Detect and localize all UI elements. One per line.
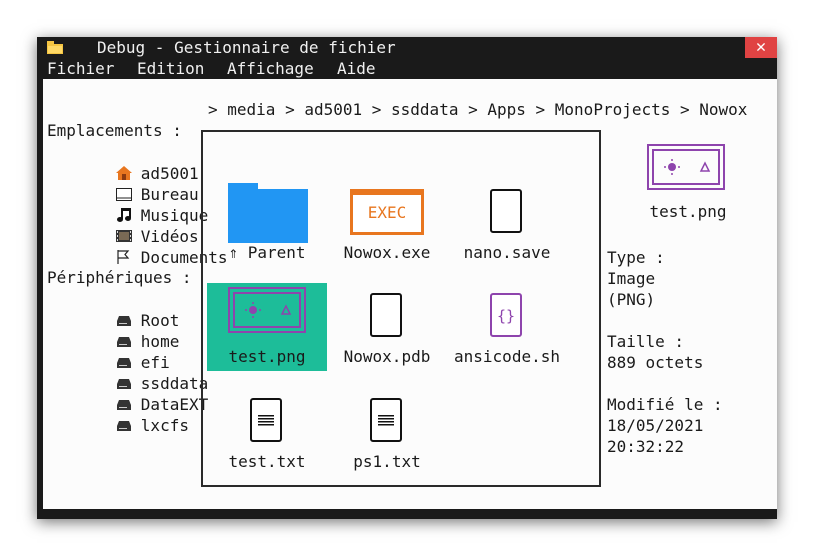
sidebar-item-dataext[interactable]: DataEXT [57, 373, 208, 414]
window-title: Debug - Gestionnaire de fichier [97, 38, 396, 57]
menu-edition[interactable]: Edition [137, 58, 204, 79]
details-modified-date: 18/05/2021 [607, 416, 704, 435]
exec-icon: EXEC [350, 189, 424, 235]
sidebar-item-videos[interactable]: Vidéos [57, 205, 199, 246]
sidebar-item-home[interactable]: home [57, 310, 179, 351]
breadcrumb[interactable]: > media > ad5001 > ssddata > Apps > Mono… [208, 100, 747, 119]
file-item-ps1-txt[interactable]: ps1.txt [327, 388, 447, 476]
file-item-test-txt[interactable]: test.txt [207, 388, 327, 476]
file-item-test-png[interactable]: test.png [207, 283, 327, 371]
image-icon [228, 287, 306, 333]
svg-text:EXEC: EXEC [368, 203, 407, 222]
menu-aide[interactable]: Aide [337, 58, 376, 79]
menu-affichage[interactable]: Affichage [227, 58, 314, 79]
sidebar-item-musique[interactable]: Musique [57, 184, 208, 225]
flag-icon [117, 250, 130, 264]
details-size-value: 889 octets [607, 353, 704, 372]
details-modified-time: 20:32:22 [607, 437, 685, 456]
sidebar-item-ssddata[interactable]: ssddata [57, 352, 208, 393]
file-item-ansicode-sh[interactable]: {} ansicode.sh [447, 283, 567, 371]
script-icon: {} [490, 293, 522, 337]
file-item-nano-save[interactable]: nano.save [447, 179, 567, 267]
file-item-nowox-pdb[interactable]: Nowox.pdb [327, 283, 447, 371]
file-item-nowox-exe[interactable]: EXEC Nowox.exe [327, 179, 447, 267]
sidebar-item-efi[interactable]: efi [57, 331, 170, 372]
details-type-value-ext: (PNG) [607, 290, 656, 309]
sidebar-item-root[interactable]: Root [57, 289, 179, 330]
text-file-icon [370, 398, 402, 442]
text-file-icon [250, 398, 282, 442]
sidebar-item-bureau[interactable]: Bureau [57, 163, 199, 204]
sidebar-item-lxcfs[interactable]: lxcfs [57, 394, 189, 435]
file-item-parent[interactable]: ⇑ Parent [207, 179, 327, 267]
locations-title: Emplacements : [47, 121, 182, 140]
svg-text:{}: {} [497, 307, 515, 325]
menu-fichier[interactable]: Fichier [47, 58, 114, 79]
title-bar[interactable]: Debug - Gestionnaire de fichier ✕ [37, 37, 777, 58]
details-modified-label: Modifié le : [607, 395, 723, 414]
devices-title: Périphériques : [47, 268, 192, 287]
folder-app-icon [47, 41, 63, 54]
file-icon [490, 189, 522, 233]
file-manager-window: Debug - Gestionnaire de fichier ✕ Fichie… [37, 37, 777, 519]
sidebar-item-ad5001[interactable]: ad5001 [57, 142, 199, 183]
main-content: > media > ad5001 > ssddata > Apps > Mono… [43, 79, 777, 509]
details-file-name: test.png [649, 202, 727, 221]
image-icon [647, 144, 725, 190]
details-type-value: Image [607, 269, 656, 288]
details-size-label: Taille : [607, 332, 685, 351]
close-button[interactable]: ✕ [745, 37, 777, 58]
details-type-label: Type : [607, 248, 665, 267]
file-icon [370, 293, 402, 337]
drive-icon [116, 421, 131, 431]
folder-icon [228, 183, 308, 243]
